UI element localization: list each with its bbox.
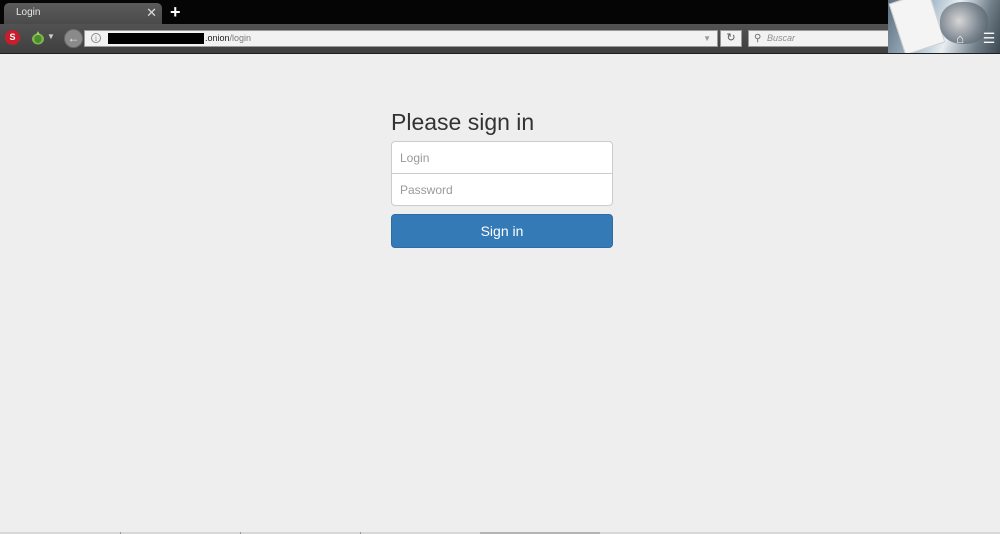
signin-form: Please sign in Sign in [391,108,613,248]
menu-icon[interactable]: ☰ [980,30,998,47]
arrow-left-icon: ← [67,31,80,45]
signin-heading: Please sign in [391,109,535,135]
url-dropdown-icon[interactable]: ▼ [703,31,711,46]
browser-titlebar: Login ✕ + [0,0,1000,24]
url-host: .onion [205,33,230,43]
close-tab-icon[interactable]: ✕ [146,3,157,22]
back-button[interactable]: ← [64,29,83,48]
home-icon[interactable]: ⌂ [951,30,969,47]
search-placeholder: Buscar [767,33,796,43]
browser-tab[interactable]: Login ✕ [4,3,162,24]
browser-toolbar: S ▼ ← i .onion/login ▼ ↻ ⚲ Buscar [0,24,1000,54]
reload-button[interactable]: ↻ [720,30,742,47]
theme-playing-card [888,0,946,53]
tab-title: Login [16,7,41,18]
addon-s-icon[interactable]: S [5,30,20,45]
reload-icon: ↻ [726,32,736,44]
new-tab-button[interactable]: + [170,1,181,23]
info-icon[interactable]: i [91,33,101,43]
onion-icon[interactable] [31,30,45,45]
search-icon: ⚲ [754,33,762,44]
url-text: .onion/login [205,31,251,46]
login-input[interactable] [391,141,613,174]
chevron-down-icon[interactable]: ▼ [47,27,55,47]
password-input[interactable] [391,173,613,206]
url-bar[interactable]: i .onion/login ▼ [84,30,718,47]
signin-button[interactable]: Sign in [391,214,613,248]
field-group [391,141,613,206]
url-path: /login [229,33,252,43]
redacted-url-part [108,33,204,44]
